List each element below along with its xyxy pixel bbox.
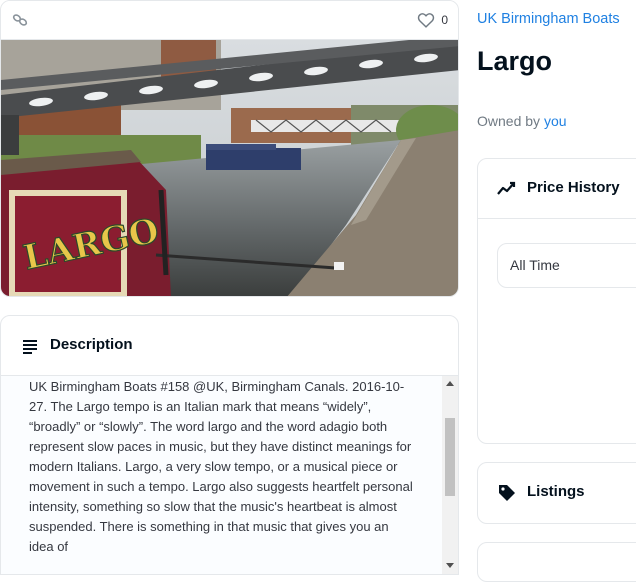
- owner-line: Owned by you: [477, 113, 567, 129]
- time-range-select[interactable]: All Time: [497, 243, 636, 288]
- favorite-button[interactable]: 0: [417, 11, 448, 29]
- description-header[interactable]: Description: [1, 316, 458, 376]
- description-text: UK Birmingham Boats #158 @UK, Birmingham…: [29, 379, 413, 554]
- description-body: UK Birmingham Boats #158 @UK, Birmingham…: [1, 376, 444, 574]
- listings-title: Listings: [527, 483, 585, 500]
- item-title: Largo: [477, 46, 553, 76]
- scroll-up-arrow-icon[interactable]: [446, 381, 454, 386]
- scrollbar-thumb[interactable]: [445, 418, 455, 496]
- trending-line-icon: [497, 179, 517, 197]
- description-card: Description UK Birmingham Boats #158 @UK…: [0, 315, 459, 575]
- item-image: LARGO: [1, 40, 458, 296]
- scroll-down-arrow-icon[interactable]: [446, 563, 454, 568]
- owner-link[interactable]: you: [544, 113, 567, 129]
- owner-prefix: Owned by: [477, 113, 544, 129]
- chain-link-icon[interactable]: [11, 11, 29, 29]
- favorites-count: 0: [441, 13, 448, 27]
- collection-link[interactable]: UK Birmingham Boats: [477, 11, 620, 27]
- heart-icon: [418, 13, 435, 28]
- media-topbar: 0: [1, 1, 458, 40]
- price-history-header[interactable]: Price History: [478, 159, 636, 219]
- price-history-title: Price History: [527, 179, 620, 196]
- description-lines-icon: [21, 337, 39, 355]
- description-scrollbar[interactable]: [442, 376, 458, 574]
- next-section-card: [477, 542, 636, 582]
- tag-icon: [497, 483, 517, 503]
- listings-card[interactable]: Listings: [477, 462, 636, 524]
- description-title: Description: [50, 336, 133, 353]
- item-media-card: 0 LARGO: [0, 0, 459, 297]
- price-history-card: Price History All Time: [477, 158, 636, 444]
